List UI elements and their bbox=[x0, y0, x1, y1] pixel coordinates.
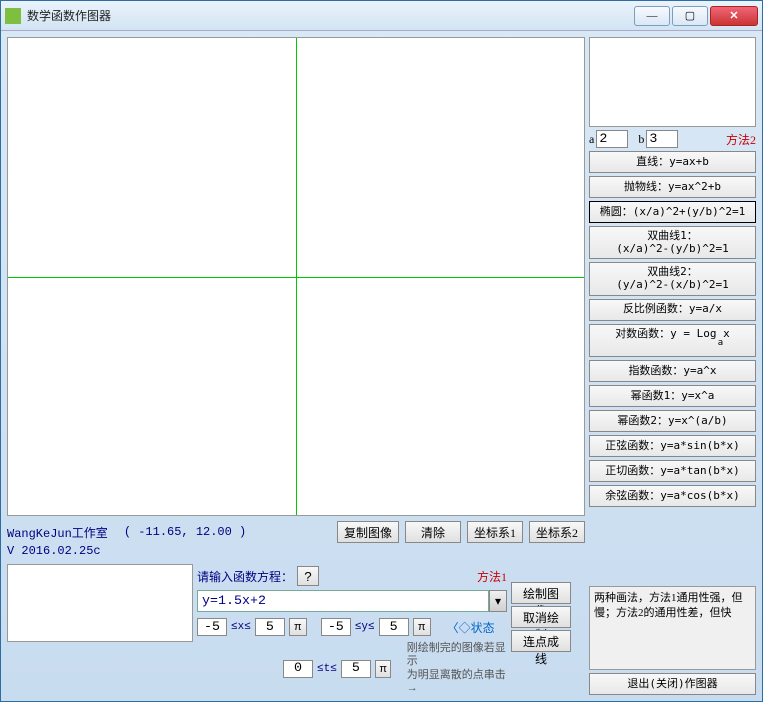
help-button[interactable]: ? bbox=[297, 566, 319, 586]
info-box: 两种画法，方法1通用性强，但慢；方法2的通用性差，但快 bbox=[589, 586, 756, 670]
app-icon bbox=[5, 8, 21, 24]
cos-func-button[interactable]: 余弦函数：y=a*cos(b*x) bbox=[589, 485, 756, 507]
preview-box bbox=[589, 37, 756, 127]
x-min-input[interactable] bbox=[197, 618, 227, 636]
titlebar[interactable]: 数学函数作图器 — ▢ ✕ bbox=[1, 1, 762, 31]
a-input[interactable] bbox=[596, 130, 628, 148]
y-range-label: ≤y≤ bbox=[355, 621, 375, 633]
equation-prompt: 请输入函数方程： bbox=[197, 568, 293, 585]
equation-input[interactable] bbox=[197, 590, 489, 612]
y-axis bbox=[296, 38, 297, 515]
cursor-coords: ( -11.65, 12.00 ) bbox=[124, 525, 246, 539]
b-label: b bbox=[638, 132, 644, 147]
t-max-input[interactable] bbox=[341, 660, 371, 678]
coord1-button[interactable]: 坐标系1 bbox=[467, 521, 523, 543]
pi-button-y[interactable]: π bbox=[413, 618, 431, 636]
power1-func-button[interactable]: 幂函数1：y=x^a bbox=[589, 385, 756, 407]
maximize-button[interactable]: ▢ bbox=[672, 6, 708, 26]
ellipse-func-button[interactable]: 椭圆：(x/a)^2+(y/b)^2=1 bbox=[589, 201, 756, 223]
pi-button-x[interactable]: π bbox=[289, 618, 307, 636]
inverse-func-button[interactable]: 反比例函数：y=a/x bbox=[589, 299, 756, 321]
plot-canvas[interactable] bbox=[7, 37, 585, 516]
connect-points-button[interactable]: 连点成线 bbox=[511, 630, 571, 652]
minimize-button[interactable]: — bbox=[634, 6, 670, 26]
clear-button[interactable]: 清除 bbox=[405, 521, 461, 543]
power2-func-button[interactable]: 幂函数2：y=x^(a/b) bbox=[589, 410, 756, 432]
method2-label: 方法2 bbox=[726, 131, 756, 148]
copy-image-button[interactable]: 复制图像 bbox=[337, 521, 399, 543]
pi-button-t[interactable]: π bbox=[375, 660, 392, 678]
y-min-input[interactable] bbox=[321, 618, 351, 636]
status-label: 〈◇状态 bbox=[447, 619, 495, 636]
draw-button[interactable]: 绘制图像 bbox=[511, 582, 571, 604]
version-label: V 2016.02.25c bbox=[7, 544, 585, 558]
window-title: 数学函数作图器 bbox=[27, 7, 632, 24]
exit-button[interactable]: 退出(关闭)作图器 bbox=[589, 673, 756, 695]
parabola-func-button[interactable]: 抛物线：y=ax^2+b bbox=[589, 176, 756, 198]
hyperbola2-func-button[interactable]: 双曲线2：(y/a)^2-(x/b)^2=1 bbox=[589, 262, 756, 295]
a-label: a bbox=[589, 132, 594, 147]
tan-func-button[interactable]: 正切函数：y=a*tan(b*x) bbox=[589, 460, 756, 482]
line-func-button[interactable]: 直线：y=ax+b bbox=[589, 151, 756, 173]
app-window: 数学函数作图器 — ▢ ✕ WangKeJun工作室 ( -11.65, 12.… bbox=[0, 0, 763, 702]
content-area: WangKeJun工作室 ( -11.65, 12.00 ) 复制图像 清除 坐… bbox=[1, 31, 762, 701]
equation-dropdown-button[interactable]: ▾ bbox=[489, 590, 507, 612]
secondary-preview bbox=[7, 564, 193, 642]
studio-label: WangKeJun工作室 bbox=[7, 524, 108, 541]
exp-func-button[interactable]: 指数函数：y=a^x bbox=[589, 360, 756, 382]
close-button[interactable]: ✕ bbox=[710, 6, 758, 26]
b-input[interactable] bbox=[646, 130, 678, 148]
hint-text: 刚绘制完的图像若显示 为明显离散的点串击→ bbox=[407, 642, 507, 695]
sin-func-button[interactable]: 正弦函数：y=a*sin(b*x) bbox=[589, 435, 756, 457]
hyperbola1-func-button[interactable]: 双曲线1：(x/a)^2-(y/b)^2=1 bbox=[589, 226, 756, 259]
method1-label: 方法1 bbox=[477, 568, 507, 585]
x-range-label: ≤x≤ bbox=[231, 621, 251, 633]
y-max-input[interactable] bbox=[379, 618, 409, 636]
cancel-draw-button[interactable]: 取消绘制 bbox=[511, 606, 571, 628]
t-min-input[interactable] bbox=[283, 660, 313, 678]
log-func-button[interactable]: 对数函数：y = Log x a bbox=[589, 324, 756, 357]
t-range-label: ≤t≤ bbox=[317, 663, 337, 675]
coord2-button[interactable]: 坐标系2 bbox=[529, 521, 585, 543]
x-max-input[interactable] bbox=[255, 618, 285, 636]
